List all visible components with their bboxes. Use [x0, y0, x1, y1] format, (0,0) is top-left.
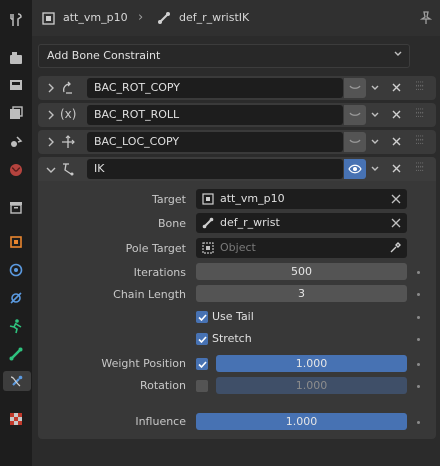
bone-label: Bone — [157, 217, 186, 230]
constraint-panel-loc-copy: BAC_LOC_COPY :::::::: — [38, 130, 436, 154]
bone-field[interactable]: def_r_wrist — [196, 213, 407, 233]
enable-toggle[interactable] — [344, 105, 366, 125]
object-icon — [202, 242, 214, 257]
keyframe-dot-icon[interactable] — [417, 363, 420, 366]
use-tail-checkbox[interactable] — [196, 311, 208, 323]
constraint-name-field[interactable]: BAC_LOC_COPY — [87, 132, 343, 152]
target-label: Target — [151, 193, 186, 206]
object-icon[interactable] — [6, 232, 26, 252]
clear-icon[interactable] — [391, 194, 401, 207]
add-bone-constraint-button[interactable]: Add Bone Constraint — [38, 44, 410, 68]
weight-position-slider[interactable]: 1.000 — [216, 355, 407, 372]
rotation-checkbox[interactable] — [196, 380, 208, 392]
clear-icon[interactable] — [391, 218, 401, 231]
pin-icon[interactable] — [418, 10, 434, 26]
constraint-name: BAC_ROT_COPY — [94, 81, 181, 94]
weight-position-checkbox[interactable] — [196, 358, 208, 370]
world-icon[interactable] — [6, 160, 26, 180]
keyframe-dot-icon[interactable] — [417, 316, 420, 319]
view-layer-icon[interactable] — [6, 103, 26, 123]
breadcrumb-separator-icon: › — [138, 10, 144, 25]
constraint-name-field[interactable]: BAC_ROT_ROLL — [87, 105, 343, 125]
constraint-name: BAC_ROT_ROLL — [94, 108, 180, 121]
armature-object-icon — [40, 10, 56, 26]
pole-target-label: Pole Target — [125, 242, 186, 255]
rotation-slider[interactable]: 1.000 — [216, 377, 407, 394]
ik-icon — [60, 161, 76, 177]
pole-target-placeholder: Object — [220, 241, 256, 254]
drag-handle-icon[interactable]: :::::::: — [415, 107, 424, 120]
driver-variable-icon: (x) — [60, 107, 77, 121]
render-icon[interactable] — [6, 48, 26, 68]
breadcrumb-bone: def_r_wristIK — [179, 11, 250, 24]
constraint-name-field[interactable]: BAC_ROT_COPY — [87, 78, 343, 98]
keyframe-dot-icon[interactable] — [417, 338, 420, 341]
enable-toggle-eye-icon[interactable] — [344, 159, 366, 179]
close-icon[interactable] — [391, 109, 402, 123]
copy-rotation-icon — [60, 80, 76, 96]
add-bone-constraint-label: Add Bone Constraint — [47, 49, 161, 62]
target-value: att_vm_p10 — [220, 192, 285, 205]
target-field[interactable]: att_vm_p10 — [196, 189, 407, 209]
enable-toggle[interactable] — [344, 132, 366, 152]
constraint-panel-rot-copy: BAC_ROT_COPY :::::::: — [38, 76, 436, 100]
properties-sidebar — [0, 0, 32, 466]
chevron-right-icon[interactable] — [47, 110, 55, 123]
constraint-menu-chevron-icon[interactable] — [370, 164, 380, 177]
output-icon[interactable] — [6, 75, 26, 95]
close-icon[interactable] — [391, 82, 402, 96]
constraint-name: BAC_LOC_COPY — [94, 135, 180, 148]
use-tail-label: Use Tail — [212, 310, 254, 323]
drag-handle-icon[interactable]: :::::::: — [415, 134, 424, 147]
keyframe-dot-icon[interactable] — [417, 421, 420, 424]
constraint-name-field[interactable]: IK — [87, 159, 343, 179]
stretch-checkbox[interactable] — [196, 333, 208, 345]
bone-icon — [202, 217, 214, 232]
pole-target-field[interactable]: Object — [196, 238, 407, 258]
influence-label: Influence — [135, 415, 186, 428]
chain-length-label: Chain Length — [113, 288, 186, 301]
stretch-label: Stretch — [212, 332, 252, 345]
bone-icon[interactable] — [6, 344, 26, 364]
iterations-field[interactable]: 500 — [196, 263, 407, 280]
bone-constraint-icon[interactable] — [3, 371, 31, 391]
armature-object-icon — [202, 193, 214, 208]
constraint-panel-rot-roll: (x) BAC_ROT_ROLL :::::::: — [38, 103, 436, 127]
keyframe-dot-icon[interactable] — [417, 293, 420, 296]
drag-handle-icon[interactable]: :::::::: — [415, 80, 424, 93]
constraint-menu-chevron-icon[interactable] — [370, 110, 380, 123]
scene-icon[interactable] — [6, 132, 26, 152]
constraint-menu-chevron-icon[interactable] — [370, 137, 380, 150]
constraint-menu-chevron-icon[interactable] — [370, 83, 380, 96]
texture-icon[interactable] — [6, 409, 26, 429]
eyedropper-icon[interactable] — [389, 242, 401, 257]
collection-icon[interactable] — [6, 197, 26, 217]
bone-value: def_r_wrist — [220, 216, 280, 229]
weight-position-label: Weight Position — [101, 357, 186, 370]
enable-toggle[interactable] — [344, 78, 366, 98]
influence-slider[interactable]: 1.000 — [196, 413, 407, 430]
drag-handle-icon[interactable]: :::::::: — [415, 161, 424, 174]
constraint-panel-ik: IK :::::::: Target att_vm_p10 Bone def_r… — [38, 157, 436, 439]
keyframe-dot-icon[interactable] — [417, 385, 420, 388]
chain-length-field[interactable]: 3 — [196, 285, 407, 302]
armature-pose-icon[interactable] — [6, 316, 26, 336]
physics-icon[interactable] — [6, 288, 26, 308]
breadcrumb: att_vm_p10 › def_r_wristIK — [32, 0, 440, 36]
chevron-right-icon[interactable] — [47, 83, 55, 96]
bone-icon-breadcrumb — [156, 10, 172, 26]
tool-icon[interactable] — [6, 10, 26, 30]
breadcrumb-object: att_vm_p10 — [63, 11, 128, 24]
chevron-down-icon — [393, 49, 403, 62]
constraint-name: IK — [94, 162, 105, 175]
close-icon[interactable] — [391, 136, 402, 150]
iterations-label: Iterations — [133, 266, 186, 279]
rotation-label: Rotation — [139, 379, 186, 392]
copy-location-icon — [60, 134, 76, 150]
close-icon[interactable] — [391, 163, 402, 177]
keyframe-dot-icon[interactable] — [417, 271, 420, 274]
chevron-right-icon[interactable] — [47, 137, 55, 150]
modifier-icon[interactable] — [6, 260, 26, 280]
chevron-down-icon[interactable] — [46, 165, 56, 178]
